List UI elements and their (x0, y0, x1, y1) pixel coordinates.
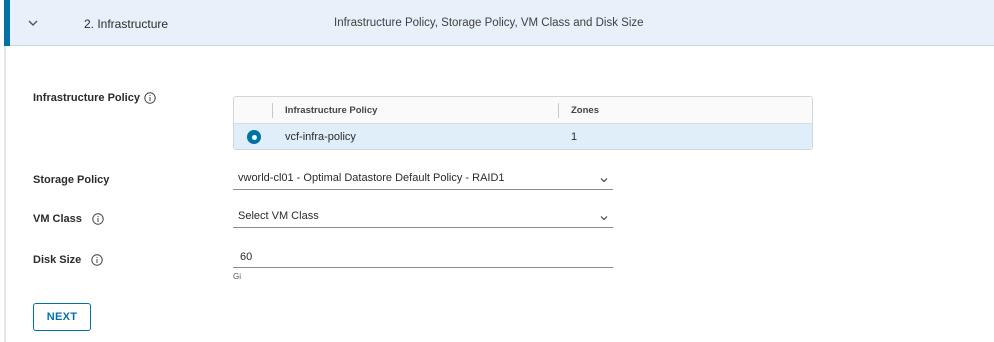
zones-cell: 1 (571, 131, 578, 143)
step-description: Infrastructure Policy, Storage Policy, V… (334, 17, 644, 29)
step-accent-bar (4, 0, 10, 46)
disk-size-input[interactable]: 60 (233, 250, 613, 268)
disk-size-label: Disk Size (33, 254, 82, 266)
infrastructure-policy-grid: Infrastructure Policy Zones vcf-infra-po… (233, 96, 813, 150)
disk-size-unit: Gi (233, 272, 241, 281)
policy-cell: vcf-infra-policy (285, 131, 356, 143)
infrastructure-policy-label: Infrastructure Policy (33, 92, 140, 104)
disk-size-field-label: Disk Size (33, 254, 104, 266)
column-header-infrastructure-policy[interactable]: Infrastructure Policy (285, 105, 377, 116)
content-left-rail (4, 46, 6, 342)
column-separator (272, 103, 273, 118)
info-icon[interactable] (91, 254, 104, 266)
vm-class-field-label: VM Class (33, 213, 104, 225)
table-row[interactable]: vcf-infra-policy 1 (234, 124, 812, 149)
column-separator[interactable] (558, 103, 559, 118)
dropdown-caret-icon (600, 178, 608, 183)
storage-policy-value: vworld-cl01 - Optimal Datastore Default … (238, 172, 505, 184)
storage-policy-label: Storage Policy (33, 174, 110, 186)
vm-class-select[interactable]: Select VM Class (233, 208, 613, 228)
vm-class-value: Select VM Class (238, 210, 319, 222)
chevron-down-icon[interactable] (26, 16, 40, 30)
column-header-zones[interactable]: Zones (571, 105, 599, 116)
vm-class-label: VM Class (33, 213, 82, 225)
storage-policy-select[interactable]: vworld-cl01 - Optimal Datastore Default … (233, 170, 613, 190)
infrastructure-policy-field-label: Infrastructure Policy (33, 92, 156, 104)
next-button[interactable]: NEXT (33, 303, 91, 331)
storage-policy-field-label: Storage Policy (33, 174, 109, 186)
info-icon[interactable] (92, 213, 104, 225)
radio-selected-icon[interactable] (247, 130, 261, 144)
step-header[interactable]: 2. Infrastructure Infrastructure Policy,… (4, 0, 994, 46)
info-icon[interactable] (144, 92, 156, 104)
dropdown-caret-icon (600, 216, 608, 221)
grid-header: Infrastructure Policy Zones (234, 97, 812, 124)
step-title: 2. Infrastructure (84, 17, 169, 31)
disk-size-value: 60 (240, 251, 253, 263)
